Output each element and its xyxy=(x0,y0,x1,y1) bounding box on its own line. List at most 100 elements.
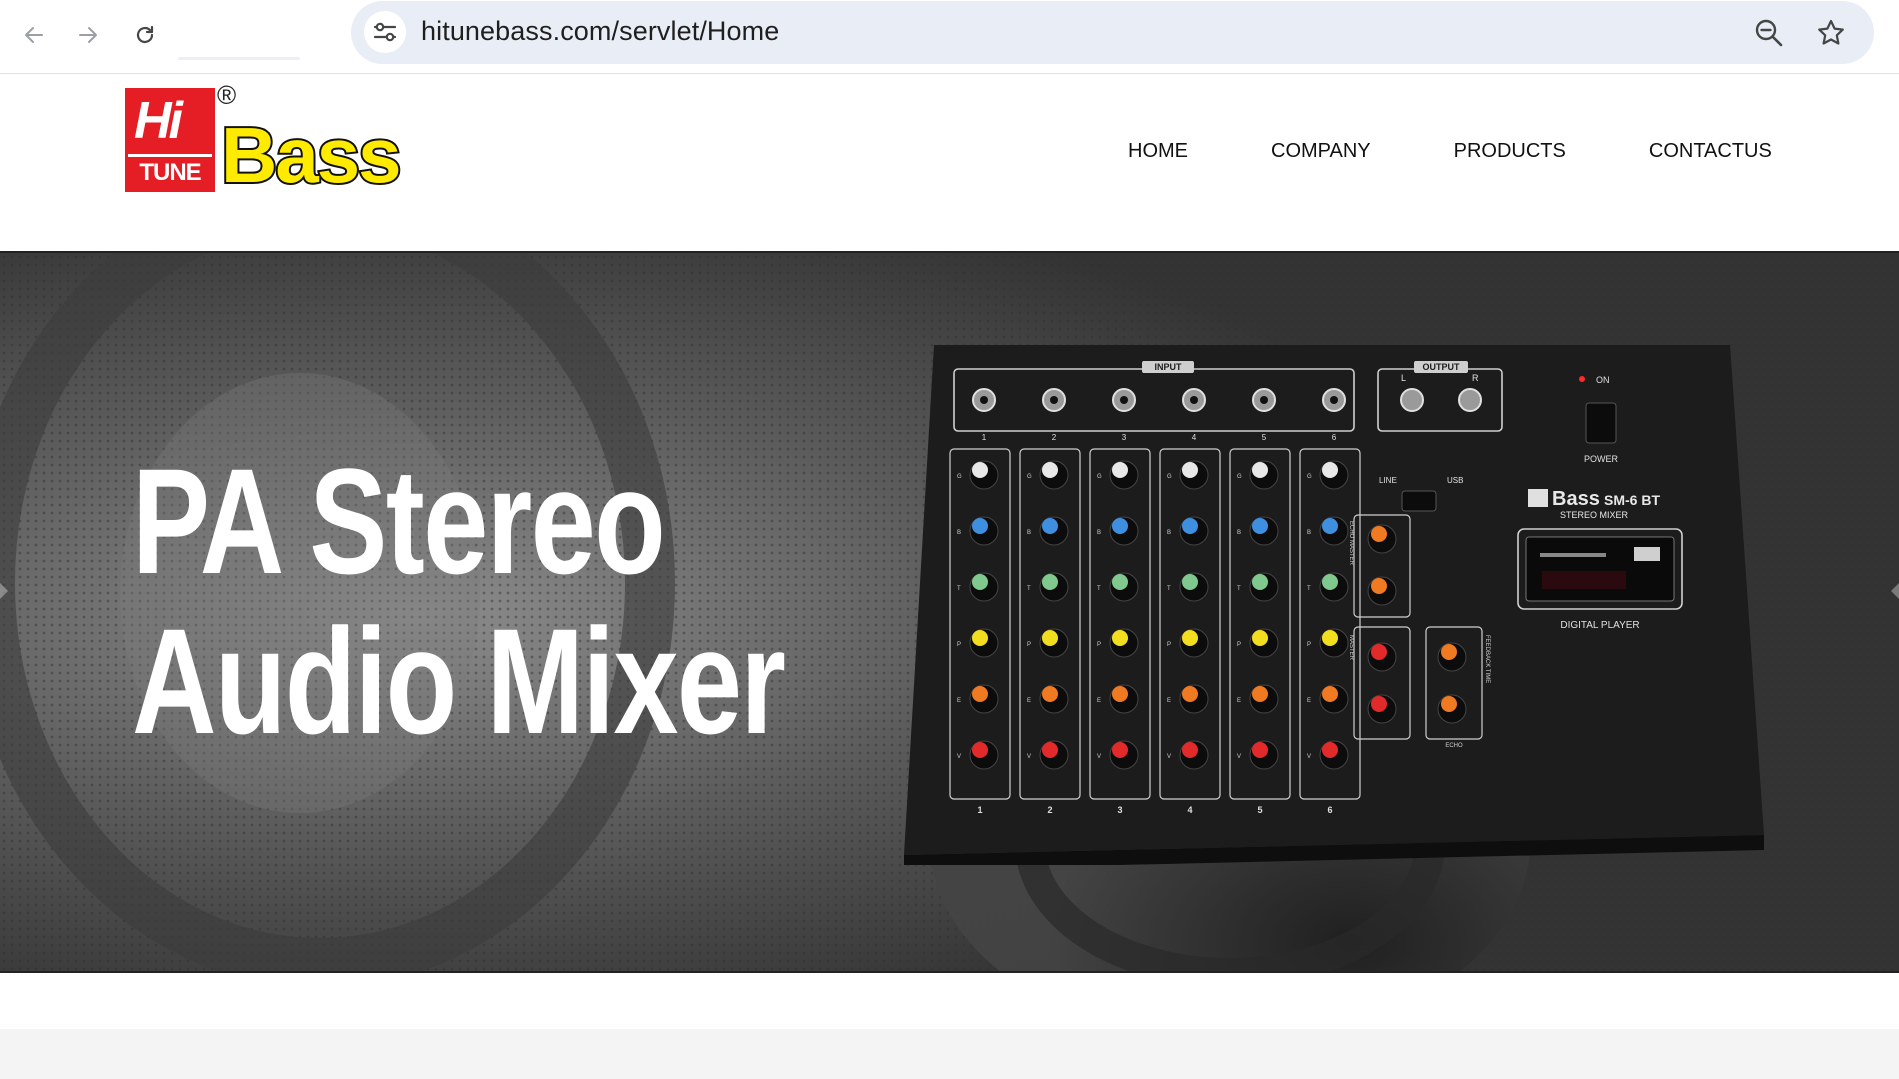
star-icon xyxy=(1818,19,1844,45)
knob-row-label: V xyxy=(957,754,961,760)
mixer-power-label: POWER xyxy=(1584,454,1619,464)
knob-row-label: T xyxy=(1097,586,1101,592)
mixer-output-label: OUTPUT xyxy=(1423,362,1461,372)
channel-number-top: 5 xyxy=(1262,433,1267,442)
knob-row-label: E xyxy=(1237,698,1241,704)
arrow-right-icon xyxy=(79,27,97,43)
channel-number-top: 6 xyxy=(1332,433,1337,442)
site-info-button[interactable] xyxy=(364,11,406,53)
mixer-input-label: INPUT xyxy=(1155,362,1183,372)
mixer-power-on-label: ON xyxy=(1596,375,1610,385)
address-bar[interactable]: hitunebass.com/servlet/Home xyxy=(351,1,1874,64)
forward-button[interactable] xyxy=(67,14,109,56)
knob-row-label: E xyxy=(1307,698,1311,704)
knob-row-label: G xyxy=(1027,474,1032,480)
mixer-product-image: INPUT OUTPUT L R 1 2 3 4 5 6 G B T P E V 1 G B T P E V 2 G B… xyxy=(904,345,1764,865)
reload-button[interactable] xyxy=(124,14,166,56)
bookmark-button[interactable] xyxy=(1813,15,1849,51)
url-text[interactable]: hitunebass.com/servlet/Home xyxy=(421,16,779,47)
nav-home[interactable]: HOME xyxy=(1128,140,1188,163)
mixer-output-l: L xyxy=(1401,373,1406,383)
knob-row-label: E xyxy=(1027,698,1031,704)
knob-row-label: G xyxy=(1307,474,1312,480)
arrow-left-icon xyxy=(25,27,43,43)
logo-hi-text: Hi xyxy=(134,92,183,150)
mixer-digital-player-label: DIGITAL PLAYER xyxy=(1560,620,1639,631)
channel-number-bottom: 4 xyxy=(1187,805,1192,815)
hero-banner[interactable]: PA Stereo Audio Mixer INPUT OUTPUT L R 1… xyxy=(0,251,1899,973)
knob-row-label: P xyxy=(957,642,961,648)
nav-products[interactable]: PRODUCTS xyxy=(1454,140,1566,163)
hero-prev-arrow-icon[interactable] xyxy=(0,583,8,599)
mixer-line-label: LINE xyxy=(1379,476,1397,485)
channel-number-bottom: 6 xyxy=(1327,805,1332,815)
master-label: MASTER xyxy=(1348,635,1354,661)
knob-row-label: P xyxy=(1027,642,1031,648)
knob-row-label: T xyxy=(1167,586,1171,592)
output-jack xyxy=(1400,388,1424,412)
feedback-time-label: FEEDBACK TIME xyxy=(1484,635,1490,683)
knob-row-label: T xyxy=(1307,586,1311,592)
knob-row-label: P xyxy=(1167,642,1171,648)
nav-contactus[interactable]: CONTACTUS xyxy=(1649,140,1772,163)
logo-registered-mark: ® xyxy=(217,80,237,110)
knob-row-label: B xyxy=(1027,530,1031,536)
knob-row-label: B xyxy=(1097,530,1101,536)
page-section-divider xyxy=(0,1029,1899,1079)
channel-number-bottom: 2 xyxy=(1047,805,1052,815)
hero-title: PA Stereo Audio Mixer xyxy=(132,437,786,765)
logo-bass-text: Bass xyxy=(219,111,403,199)
mixer-model-sub: STEREO MIXER xyxy=(1560,510,1629,520)
mixer-model-brand: Bass xyxy=(1552,488,1600,510)
knob-row-label: V xyxy=(1307,754,1311,760)
main-nav: HOME COMPANY PRODUCTS CONTACTUS xyxy=(1128,140,1772,163)
channel-number-top: 2 xyxy=(1052,433,1057,442)
zoom-button[interactable] xyxy=(1751,15,1787,51)
knob-row-label: V xyxy=(1027,754,1031,760)
channel-number-bottom: 5 xyxy=(1257,805,1262,815)
logo-tune-text: TUNE xyxy=(128,154,212,189)
tune-icon xyxy=(373,22,397,42)
knob-row-label: P xyxy=(1097,642,1101,648)
knob-row-label: E xyxy=(1167,698,1171,704)
knob-row-label: B xyxy=(1237,530,1241,536)
knob-row-label: B xyxy=(1307,530,1311,536)
channel-number-bottom: 1 xyxy=(977,805,982,815)
knob-row-label: T xyxy=(1027,586,1031,592)
hero-title-line-2: Audio Mixer xyxy=(132,597,786,765)
tab-strip-indicator xyxy=(178,57,300,60)
reload-icon xyxy=(136,25,154,44)
mixer-model-name: SM-6 BT xyxy=(1604,492,1660,508)
knob-row-label: E xyxy=(1097,698,1101,704)
nav-company[interactable]: COMPANY xyxy=(1271,140,1371,163)
hero-next-arrow-icon[interactable] xyxy=(1891,583,1899,599)
knob-row-label: B xyxy=(957,530,961,536)
channel-number-top: 1 xyxy=(982,433,987,442)
back-button[interactable] xyxy=(13,14,55,56)
knob-row-label: G xyxy=(1237,474,1242,480)
knob-row-label: G xyxy=(1097,474,1102,480)
knob-row-label: T xyxy=(1237,586,1241,592)
knob-row-label: P xyxy=(1307,642,1311,648)
knob-row-label: G xyxy=(1167,474,1172,480)
knob-row-label: B xyxy=(1167,530,1171,536)
channel-number-top: 4 xyxy=(1192,433,1197,442)
logo-badge: Hi TUNE xyxy=(125,88,215,192)
knob-row-label: P xyxy=(1237,642,1241,648)
channel-number-top: 3 xyxy=(1122,433,1127,442)
knob-row-label: E xyxy=(957,698,961,704)
zoom-out-icon xyxy=(1755,19,1783,47)
output-jack xyxy=(1458,388,1482,412)
browser-toolbar: hitunebass.com/servlet/Home xyxy=(0,0,1899,74)
channel-number-bottom: 3 xyxy=(1117,805,1122,815)
knob-row-label: G xyxy=(957,474,962,480)
echo-master-label: ECHO MASTER xyxy=(1348,521,1354,566)
mixer-usb-label: USB xyxy=(1447,476,1463,485)
brand-logo[interactable]: Hi TUNE ® Bass xyxy=(125,80,450,199)
hero-title-line-1: PA Stereo xyxy=(132,437,666,605)
knob-row-label: V xyxy=(1237,754,1241,760)
mixer-output-r: R xyxy=(1472,373,1479,383)
echo-small-label: ECHO xyxy=(1445,743,1463,749)
site-header: Hi TUNE ® Bass HOME COMPANY PRODUCTS CON… xyxy=(0,74,1899,252)
knob-row-label: T xyxy=(957,586,961,592)
